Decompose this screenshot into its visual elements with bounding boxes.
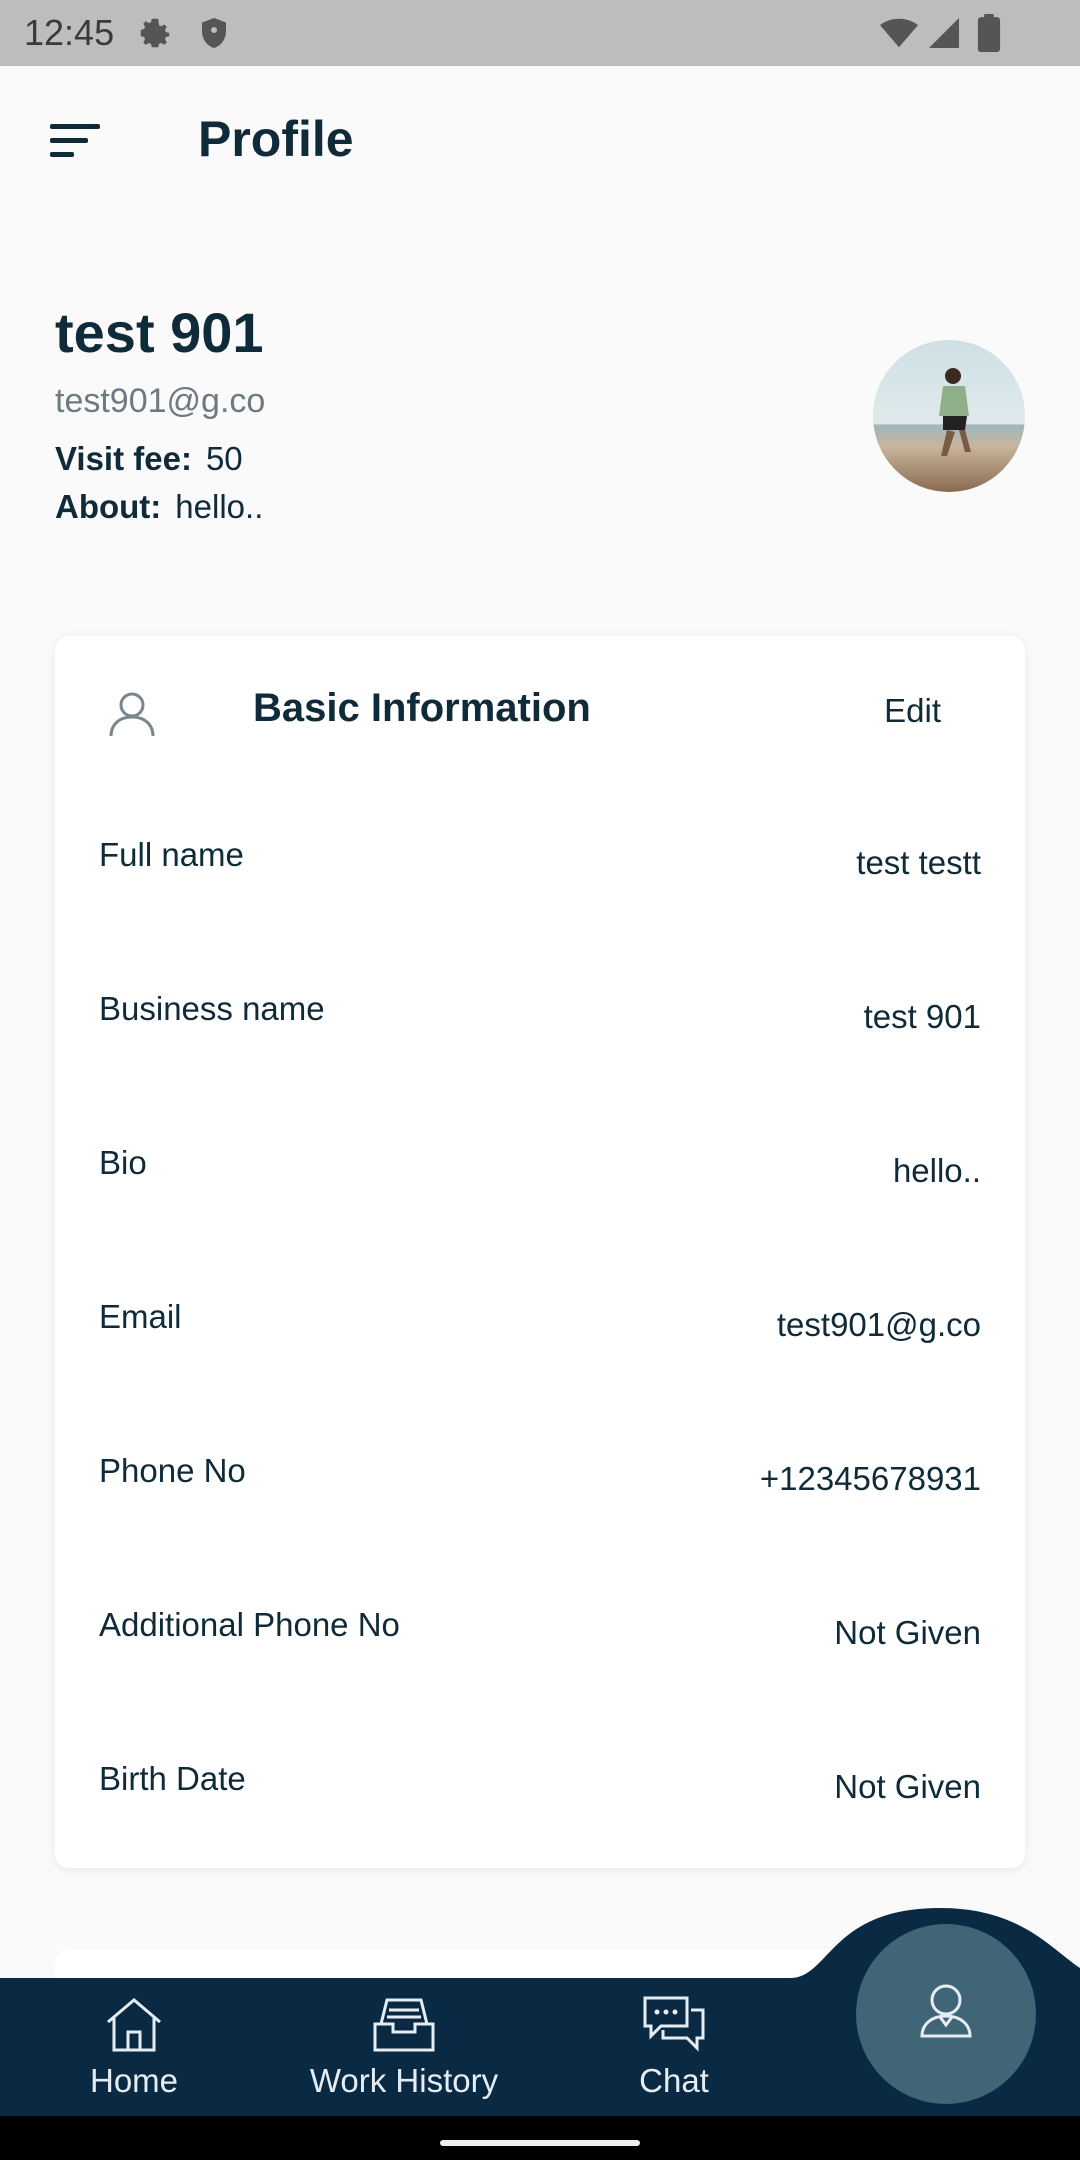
info-label: Business name (99, 990, 325, 1027)
info-row-bio: Bio hello.. (99, 1144, 981, 1224)
app-bar: Profile (0, 66, 1080, 216)
signal-icon (926, 14, 962, 57)
chat-bubbles-icon (643, 1996, 705, 2052)
info-value: test testt (856, 844, 981, 881)
nav-home[interactable]: Home (34, 1994, 234, 2104)
edit-button[interactable]: Edit (884, 692, 941, 730)
gesture-handle[interactable] (440, 2140, 640, 2146)
profile-name: test 901 (55, 301, 264, 364)
battery-icon (976, 14, 1002, 57)
info-label: Birth Date (99, 1760, 246, 1797)
person-icon (920, 1984, 972, 2038)
about-row: About: hello.. (55, 488, 263, 526)
settings-gear-icon (136, 14, 174, 57)
info-row-phone: Phone No +12345678931 (99, 1452, 981, 1532)
menu-icon[interactable] (48, 118, 104, 162)
basic-info-card: Basic Information Edit Full name test te… (55, 636, 1025, 1868)
nav-label: Home (89, 2062, 179, 2099)
page-title: Profile (198, 111, 354, 167)
info-label: Phone No (99, 1452, 246, 1489)
info-label: Full name (99, 836, 244, 873)
home-icon (107, 1998, 161, 2052)
user-outline-icon (107, 688, 157, 738)
info-row-full-name: Full name test testt (99, 836, 981, 916)
gesture-bar (0, 2116, 1080, 2160)
avatar[interactable] (873, 340, 1025, 492)
shield-icon (196, 14, 232, 57)
info-row-birth-date: Birth Date Not Given (99, 1760, 981, 1840)
visit-fee-value: 50 (205, 440, 243, 477)
nav-label: Work History (309, 2062, 499, 2099)
nav-label: Chat (639, 2062, 709, 2099)
info-row-business-name: Business name test 901 (99, 990, 981, 1070)
about-label: About: (55, 488, 162, 525)
status-time: 12:45 (24, 12, 115, 53)
nav-chat[interactable]: Chat (574, 1994, 774, 2104)
info-label: Bio (99, 1144, 147, 1181)
nav-work-history[interactable]: Work History (304, 1994, 504, 2104)
info-label: Additional Phone No (99, 1606, 400, 1643)
info-value: Not Given (834, 1614, 981, 1651)
info-value: test 901 (863, 998, 981, 1035)
nav-profile-fab[interactable] (856, 1924, 1036, 2104)
about-value: hello.. (175, 488, 264, 525)
wifi-icon (878, 14, 920, 57)
info-value: hello.. (892, 1152, 981, 1189)
visit-fee-row: Visit fee: 50 (55, 440, 243, 478)
profile-email: test901@g.co (55, 382, 266, 420)
info-row-additional-phone: Additional Phone No Not Given (99, 1606, 981, 1686)
profile-header: test 901 test901@g.co Visit fee: 50 About… (55, 300, 1025, 550)
info-value: test901@g.co (776, 1306, 981, 1343)
info-value: +12345678931 (759, 1460, 981, 1497)
status-bar: 12:45 (0, 0, 1080, 66)
card-title: Basic Information (253, 686, 591, 730)
info-row-email: Email test901@g.co (99, 1298, 981, 1378)
visit-fee-label: Visit fee: (55, 440, 192, 477)
info-value: Not Given (834, 1768, 981, 1805)
inbox-tray-icon (373, 1998, 435, 2052)
info-label: Email (99, 1298, 182, 1335)
